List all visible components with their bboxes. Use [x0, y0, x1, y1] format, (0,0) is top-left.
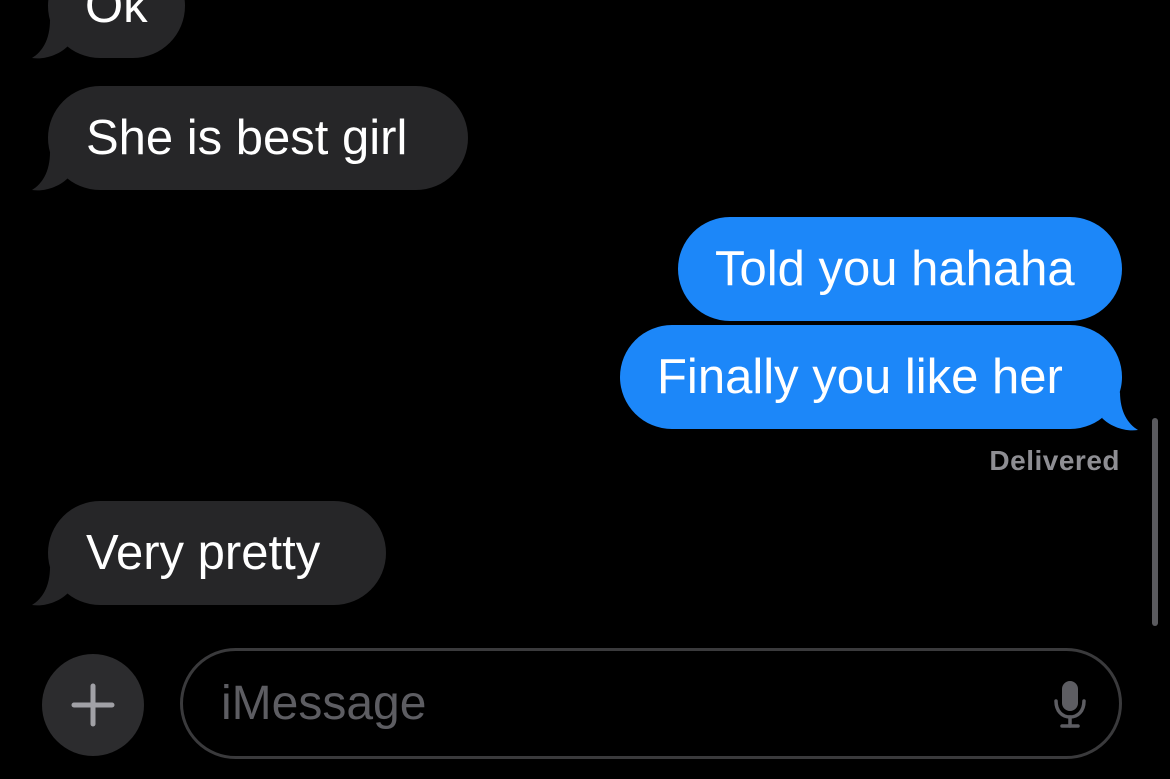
microphone-icon[interactable]	[1051, 679, 1089, 729]
message-text: Very pretty	[86, 526, 321, 580]
message-text: Finally you like her	[657, 350, 1063, 404]
messages-screen: Ok She is best girl Told you hahaha Fina…	[0, 0, 1170, 779]
plus-icon	[71, 683, 115, 727]
add-attachment-button[interactable]	[42, 654, 144, 756]
message-text: Told you hahaha	[715, 242, 1075, 296]
message-input[interactable]: iMessage	[180, 648, 1122, 759]
incoming-message-bubble[interactable]: She is best girl	[48, 86, 468, 190]
delivered-status: Delivered	[989, 445, 1120, 476]
incoming-bubble-tail	[32, 20, 68, 59]
outgoing-bubble-tail	[1102, 392, 1138, 431]
message-input-placeholder: iMessage	[221, 677, 427, 730]
incoming-bubble-tail	[32, 152, 68, 191]
message-text: Ok	[85, 0, 148, 33]
message-text: She is best girl	[86, 111, 408, 165]
scroll-indicator[interactable]	[1152, 418, 1158, 626]
outgoing-message-bubble[interactable]: Told you hahaha	[678, 217, 1122, 321]
incoming-message-bubble[interactable]: Very pretty	[48, 501, 386, 605]
incoming-bubble-tail	[32, 567, 68, 606]
outgoing-message-bubble[interactable]: Finally you like her	[620, 325, 1122, 429]
